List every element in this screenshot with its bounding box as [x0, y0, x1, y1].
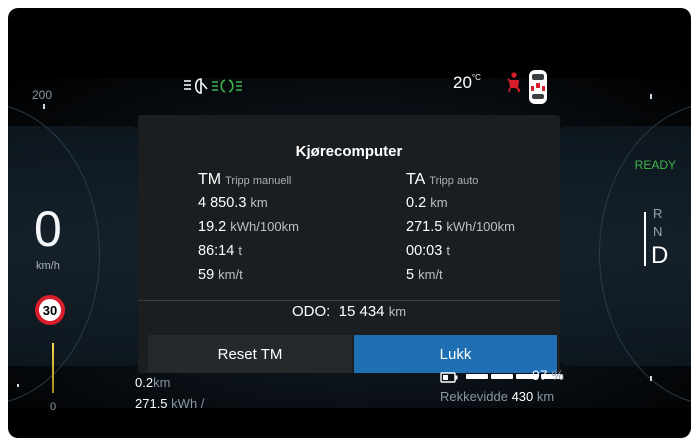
- bottom-distance-unit: km: [153, 375, 171, 390]
- ta-code: TA: [406, 171, 426, 188]
- battery-percent: 97 %: [532, 367, 564, 383]
- range-unit: km: [536, 389, 555, 404]
- ta-name: Tripp auto: [429, 175, 479, 187]
- speed-scale-max: 200: [32, 88, 53, 102]
- gear-neutral: N: [653, 224, 663, 239]
- battery-percent-value: 97: [532, 367, 548, 383]
- outside-temperature: 20°C: [453, 73, 481, 93]
- bottom-trip-consumption: 271.5 kWh /: [135, 396, 204, 411]
- range-value: 430: [511, 389, 534, 404]
- tm-consumption-unit: kWh/100km: [230, 219, 299, 234]
- temperature-unit: °C: [471, 73, 481, 82]
- gear-reverse: R: [653, 206, 663, 221]
- speed-scale-min: 0: [50, 401, 57, 413]
- tm-time-value: 86:14: [198, 243, 235, 259]
- ta-distance-unit: km: [430, 195, 448, 210]
- battery-segment: [491, 374, 513, 379]
- ta-header: TA Tripp auto: [406, 171, 478, 189]
- reset-tm-button[interactable]: Reset TM: [148, 335, 352, 373]
- battery-icon: [440, 370, 458, 388]
- ta-consumption: 271.5 kWh/100km: [406, 219, 515, 235]
- temperature-value: 20: [453, 73, 472, 92]
- tm-time-unit: t: [238, 243, 242, 258]
- speed-limit-value: 30: [42, 302, 58, 318]
- tm-speed-unit: km/t: [218, 267, 243, 282]
- speed-limit-sign: 30: [35, 295, 65, 325]
- bottom-distance-value: 0.2: [135, 375, 154, 390]
- close-button[interactable]: Lukk: [354, 335, 557, 373]
- ta-time-value: 00:03: [406, 243, 443, 259]
- tm-distance: 4 850.3 km: [198, 195, 268, 211]
- tm-code: TM: [198, 171, 222, 188]
- instrument-cluster: 200 0 20°C 0 km/h 30 READY R N D Kjøreco…: [8, 8, 691, 438]
- seatbelt-warning-icon: [505, 71, 523, 98]
- range-readout: Rekkevidde 430 km: [440, 389, 554, 404]
- speed-unit: km/h: [36, 260, 60, 272]
- tm-name: Tripp manuell: [225, 175, 292, 187]
- headlight-icon: [183, 77, 209, 100]
- ta-speed-value: 5: [406, 267, 415, 283]
- battery-segment: [466, 374, 488, 379]
- tm-consumption-value: 19.2: [198, 219, 227, 235]
- trip-computer-dialog: Kjørecomputer TM Tripp manuell 4 850.3 km…: [138, 115, 560, 373]
- ta-distance-value: 0.2: [406, 195, 427, 211]
- battery-percent-unit: %: [551, 367, 564, 383]
- bottom-trip-distance: 0.2km: [135, 375, 170, 390]
- speed-needle: [52, 343, 54, 393]
- tm-consumption: 19.2 kWh/100km: [198, 219, 299, 235]
- dialog-divider: [138, 300, 560, 301]
- dialog-title: Kjørecomputer: [295, 143, 403, 160]
- car-top-view-icon: [527, 66, 549, 111]
- odometer-label: ODO:: [291, 303, 331, 320]
- tm-distance-value: 4 850.3: [198, 195, 247, 211]
- ta-consumption-unit: kWh/100km: [446, 219, 515, 234]
- gear-drive: D: [651, 242, 669, 269]
- ta-consumption-value: 271.5: [406, 219, 443, 235]
- parking-light-icon: [211, 77, 243, 100]
- gauge-tick: [17, 384, 19, 387]
- ta-time-unit: t: [446, 243, 450, 258]
- gauge-tick: [650, 94, 652, 99]
- ta-time: 00:03 t: [406, 243, 450, 259]
- speed-readout: 0: [34, 201, 62, 257]
- ready-indicator: READY: [634, 158, 676, 172]
- bottom-consumption-value: 271.5: [135, 396, 168, 411]
- odometer-value: 15 434: [338, 303, 385, 320]
- ta-speed-unit: km/t: [418, 267, 443, 282]
- gauge-tick: [43, 104, 45, 109]
- tm-time: 86:14 t: [198, 243, 242, 259]
- tm-speed: 59 km/t: [198, 267, 243, 283]
- odometer: ODO: 15 434 km: [138, 303, 560, 320]
- range-label: Rekkevidde: [440, 389, 508, 404]
- odometer-unit: km: [388, 304, 407, 319]
- bottom-consumption-unit: kWh /: [171, 396, 205, 411]
- tm-distance-unit: km: [250, 195, 268, 210]
- tm-header: TM Tripp manuell: [198, 171, 291, 189]
- ta-speed: 5 km/t: [406, 267, 443, 283]
- gear-selector-bar: [644, 212, 646, 266]
- gauge-tick: [650, 376, 652, 381]
- tm-speed-value: 59: [198, 267, 215, 283]
- ta-distance: 0.2 km: [406, 195, 448, 211]
